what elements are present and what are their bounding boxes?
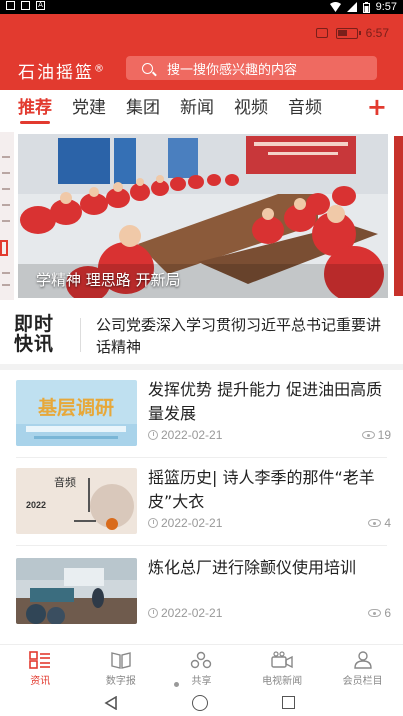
clock-icon: [148, 430, 158, 440]
flash-news-text: 公司党委深入学习贯彻习近平总书记重要讲话精神: [96, 316, 382, 356]
newspaper-icon: [111, 652, 131, 669]
system-status-bar: A 9:57: [0, 0, 403, 14]
user-icon: [353, 651, 372, 669]
flash-news-logo: 即时 快讯: [14, 314, 64, 354]
next-slide-peek[interactable]: [394, 136, 403, 296]
eye-icon: [361, 431, 375, 439]
news-date: 2022-02-21: [161, 516, 223, 530]
app-header: 6:57 石油摇篮® 搜一搜你感兴趣的内容: [0, 14, 403, 90]
nav-digital-paper[interactable]: 数字报: [81, 645, 162, 690]
nav-label: 电视新闻: [262, 676, 303, 687]
tab-party[interactable]: 党建: [72, 90, 106, 126]
flash-news[interactable]: 即时 快讯 公司党委深入学习贯彻习近平总书记重要讲话精神: [0, 306, 403, 364]
clock-icon: [148, 608, 158, 618]
home-icon[interactable]: [192, 695, 208, 711]
flash-logo-line2: 快讯: [14, 333, 55, 355]
signal-icon: [346, 2, 357, 12]
nav-label: 共享: [191, 676, 212, 687]
nav-news[interactable]: 资讯: [0, 645, 81, 690]
device-status: 6:57: [315, 26, 389, 40]
app-title-text: 石油摇篮: [18, 63, 94, 83]
bottom-navigation: 资讯 数字报 共享 电视新闻 会员栏目: [0, 644, 403, 690]
flash-logo-line1: 即时: [14, 313, 55, 335]
wifi-icon: [329, 2, 341, 12]
notification-icon: [21, 1, 30, 10]
category-tabs: 推荐 党建 集团 新闻 视频 音频: [0, 90, 403, 126]
banner-slide[interactable]: 学精神 理思路 开新局: [18, 134, 388, 298]
search-bar[interactable]: 搜一搜你感兴趣的内容: [126, 56, 377, 80]
battery-icon: [362, 1, 370, 13]
notification-icon: [6, 1, 15, 10]
nav-member[interactable]: 会员栏目: [322, 645, 403, 690]
news-thumbnail: 音频 2022: [16, 468, 137, 534]
news-date: 2022-02-21: [161, 428, 223, 442]
thumb-title: 音频: [54, 475, 76, 489]
news-views: 19: [377, 428, 391, 442]
battery-icon: [335, 27, 361, 39]
news-views: 6: [384, 606, 391, 620]
notification-a-icon: A: [36, 1, 45, 10]
news-thumbnail: [16, 558, 137, 624]
news-title: 摇篮历史| 诗人李季的那件“老羊皮”大衣: [148, 468, 375, 511]
thumb-title: 基层调研: [37, 396, 114, 419]
eye-icon: [368, 519, 382, 527]
add-channel-button[interactable]: +: [367, 92, 387, 122]
news-item[interactable]: 音频 2022 摇篮历史| 诗人李季的那件“老羊皮”大衣 2022-02-21 …: [0, 458, 403, 546]
vibrate-icon: [315, 28, 328, 38]
tab-video[interactable]: 视频: [234, 90, 268, 126]
banner-caption: 学精神 理思路 开新局: [36, 271, 181, 289]
nav-label: 会员栏目: [342, 676, 383, 687]
divider: [80, 318, 81, 352]
app-title: 石油摇篮®: [18, 58, 104, 83]
page-indicator-dot: [174, 682, 179, 687]
tab-group[interactable]: 集团: [126, 90, 160, 126]
thumb-year: 2022: [26, 500, 46, 510]
nav-label: 资讯: [30, 676, 51, 687]
prev-slide-peek[interactable]: [0, 132, 14, 300]
battery-time: 6:57: [365, 26, 389, 40]
search-icon: [142, 62, 153, 74]
nav-tv-news[interactable]: 电视新闻: [242, 645, 323, 690]
tab-news[interactable]: 新闻: [180, 90, 214, 126]
news-thumbnail: 基层调研: [16, 380, 137, 446]
system-navigation-bar: [0, 690, 403, 716]
registered-mark: ®: [94, 63, 104, 75]
banner-carousel: 学精神 理思路 开新局: [0, 132, 403, 300]
news-item[interactable]: 炼化总厂进行除颤仪使用培训 2022-02-21 6: [0, 548, 403, 636]
news-title: 发挥优势 提升能力 促进油田高质量发展: [148, 380, 383, 423]
clock-icon: [148, 518, 158, 528]
eye-icon: [368, 609, 382, 617]
news-date: 2022-02-21: [161, 606, 223, 620]
news-item[interactable]: 基层调研 发挥优势 提升能力 促进油田高质量发展 2022-02-21 19: [0, 370, 403, 458]
tv-camera-icon: [271, 651, 293, 669]
news-title: 炼化总厂进行除颤仪使用培训: [148, 558, 357, 577]
tab-audio[interactable]: 音频: [288, 90, 322, 126]
tab-recommend[interactable]: 推荐: [18, 90, 52, 126]
back-icon[interactable]: [104, 696, 118, 710]
news-views: 4: [384, 516, 391, 530]
nav-label: 数字报: [105, 676, 136, 687]
recent-apps-icon[interactable]: [282, 696, 295, 709]
search-placeholder: 搜一搜你感兴趣的内容: [167, 62, 298, 78]
share-icon: [191, 651, 212, 669]
system-time: 9:57: [375, 1, 397, 13]
news-icon: [29, 651, 51, 669]
